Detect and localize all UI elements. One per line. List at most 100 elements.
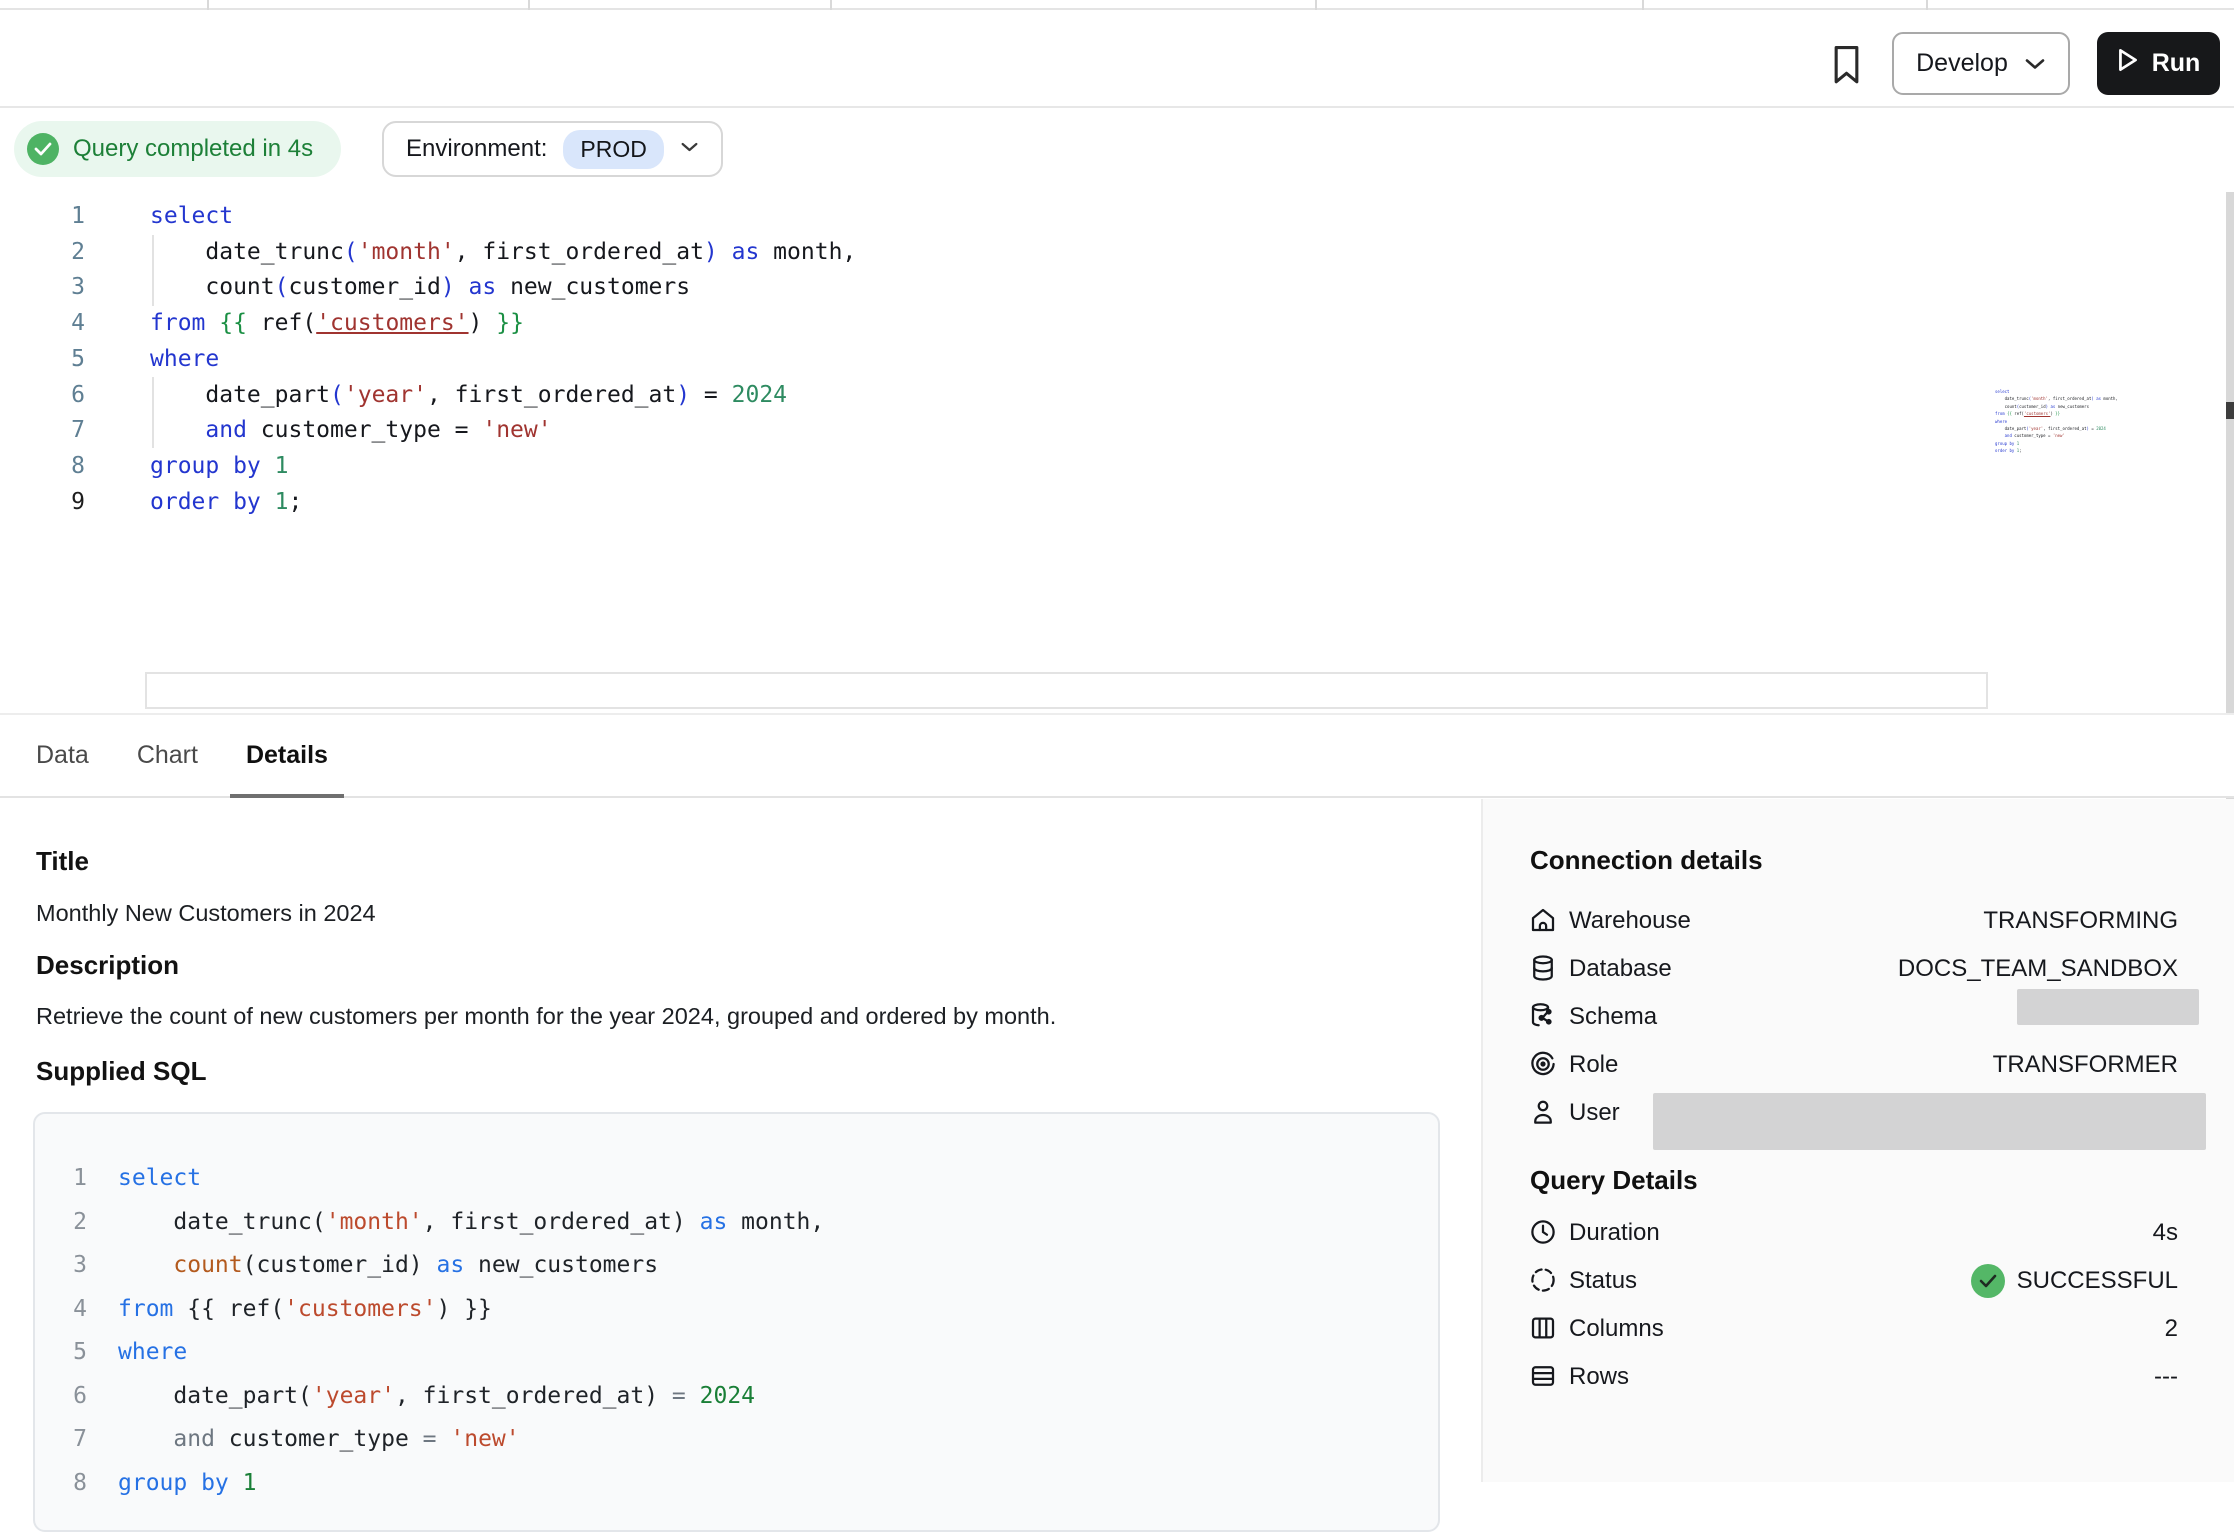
code-line: 6 date_part('year', first_ordered_at) = … bbox=[0, 377, 2234, 413]
tab-data[interactable]: Data bbox=[36, 715, 89, 796]
role-label: Role bbox=[1569, 1047, 1618, 1083]
line-number: 8 bbox=[40, 448, 85, 484]
environment-label: Environment: bbox=[406, 135, 547, 163]
code-text: count(customer_id) as new_customers bbox=[150, 269, 690, 305]
duration-label: Duration bbox=[1569, 1215, 1660, 1251]
columns-value: 2 bbox=[2165, 1311, 2178, 1347]
code-line: 4 from {{ ref('customers') }} bbox=[35, 1288, 1438, 1331]
bookmark-button[interactable] bbox=[1826, 40, 1866, 92]
title-value: Monthly New Customers in 2024 bbox=[36, 900, 376, 927]
tab-separator bbox=[1926, 0, 1928, 10]
code-text: from {{ ref('customers') }} bbox=[150, 305, 524, 341]
query-status-badge: Query completed in 4s bbox=[14, 121, 341, 177]
query-details-heading: Query Details bbox=[1530, 1165, 1698, 1196]
title-heading: Title bbox=[36, 846, 89, 877]
tab-separator bbox=[528, 0, 530, 10]
database-label: Database bbox=[1569, 951, 1672, 987]
line-number: 5 bbox=[49, 1331, 87, 1374]
code-line: 3 count(customer_id) as new_customers bbox=[35, 1244, 1438, 1287]
code-line: 1 select bbox=[35, 1157, 1438, 1200]
warehouse-icon bbox=[1528, 905, 1558, 935]
line-number: 7 bbox=[40, 412, 85, 448]
role-value: TRANSFORMER bbox=[1993, 1047, 2178, 1083]
code-line: 2 date_trunc('month', first_ordered_at) … bbox=[35, 1201, 1438, 1244]
details-pane: Title Monthly New Customers in 2024 Desc… bbox=[0, 798, 1481, 1482]
line-number: 3 bbox=[49, 1244, 87, 1287]
code-text: date_part('year', first_ordered_at) = 20… bbox=[150, 377, 787, 413]
code-text: select bbox=[150, 198, 233, 234]
bookmark-icon bbox=[1831, 43, 1862, 90]
code-text: order by 1; bbox=[150, 484, 302, 520]
supplied-sql-code-block: 1 select2 date_trunc('month', first_order… bbox=[33, 1112, 1440, 1532]
warehouse-value: TRANSFORMING bbox=[1983, 903, 2178, 939]
code-line: 3 count(customer_id) as new_customers bbox=[0, 269, 2234, 305]
code-text: where bbox=[150, 341, 219, 377]
tab-chart[interactable]: Chart bbox=[137, 715, 198, 796]
line-number: 4 bbox=[40, 305, 85, 341]
run-button[interactable]: Run bbox=[2097, 32, 2220, 95]
line-number: 4 bbox=[49, 1288, 87, 1331]
tab-separator bbox=[830, 0, 832, 10]
code-line: 5 where bbox=[35, 1331, 1438, 1374]
active-line-highlight bbox=[145, 672, 1988, 709]
spinner-icon bbox=[1528, 1265, 1558, 1295]
database-row: DatabaseDOCS_TEAM_SANDBOX bbox=[1483, 951, 2234, 989]
description-value: Retrieve the count of new customers per … bbox=[36, 1003, 1056, 1030]
code-text: select bbox=[118, 1157, 201, 1200]
code-line: 2 date_trunc('month', first_ordered_at) … bbox=[0, 234, 2234, 270]
duration-value-text: 4s bbox=[2153, 1215, 2178, 1251]
tab-separator bbox=[1315, 0, 1317, 10]
code-line: 7 and customer_type = 'new' bbox=[35, 1418, 1438, 1461]
code-line: 6 date_part('year', first_ordered_at) = … bbox=[35, 1375, 1438, 1418]
code-text: date_trunc('month', first_ordered_at) as… bbox=[118, 1201, 824, 1244]
user-redacted-value bbox=[1653, 1093, 2206, 1150]
code-text: group by 1 bbox=[150, 448, 289, 484]
sql-editor[interactable]: select date_trunc('month', first_ordered… bbox=[0, 188, 2234, 708]
code-line: 7 and customer_type = 'new' bbox=[0, 412, 2234, 448]
develop-mode-button[interactable]: Develop bbox=[1892, 32, 2070, 95]
code-text: where bbox=[118, 1331, 187, 1374]
status-row: StatusSUCCESSFUL bbox=[1483, 1263, 2234, 1301]
line-number: 9 bbox=[40, 484, 85, 520]
run-button-label: Run bbox=[2152, 49, 2201, 78]
columns-row: Columns2 bbox=[1483, 1311, 2234, 1349]
app-header: Develop Run bbox=[0, 10, 2234, 108]
schema-redacted-value bbox=[2017, 989, 2199, 1025]
warehouse-value-text: TRANSFORMING bbox=[1983, 903, 2178, 939]
line-number: 1 bbox=[40, 198, 85, 234]
tab-details[interactable]: Details bbox=[246, 715, 328, 796]
environment-selector[interactable]: Environment: PROD bbox=[382, 121, 723, 177]
rows-value-text: --- bbox=[2154, 1359, 2178, 1395]
connection-details-heading: Connection details bbox=[1530, 845, 1763, 876]
line-number: 5 bbox=[40, 341, 85, 377]
line-number: 2 bbox=[40, 234, 85, 270]
tab-separator bbox=[1642, 0, 1644, 10]
scrollbar-thumb[interactable] bbox=[2226, 402, 2234, 419]
results-tab-bar: Data Chart Details bbox=[0, 713, 2234, 798]
chevron-down-icon bbox=[2024, 49, 2046, 78]
code-line: 9 order by 1; bbox=[0, 484, 2234, 520]
code-text: and customer_type = 'new' bbox=[150, 412, 552, 448]
rows-row: Rows --- bbox=[1483, 1359, 2234, 1397]
code-text: date_part('year', first_ordered_at) = 20… bbox=[118, 1375, 755, 1418]
status-value-text: SUCCESSFUL bbox=[2017, 1263, 2178, 1299]
duration-row: Duration 4s bbox=[1483, 1215, 2234, 1253]
status-value: SUCCESSFUL bbox=[1971, 1263, 2178, 1299]
line-number: 3 bbox=[40, 269, 85, 305]
warehouse-label: Warehouse bbox=[1569, 903, 1691, 939]
environment-value-pill: PROD bbox=[563, 130, 663, 169]
description-heading: Description bbox=[36, 950, 179, 981]
check-circle-icon bbox=[27, 133, 59, 165]
line-number: 8 bbox=[49, 1462, 87, 1505]
rows-icon bbox=[1528, 1361, 1558, 1391]
success-check-icon bbox=[1971, 1264, 2005, 1298]
line-number: 1 bbox=[49, 1157, 87, 1200]
role-icon bbox=[1528, 1049, 1558, 1079]
rows-label: Rows bbox=[1569, 1359, 1629, 1395]
code-line: 8 group by 1 bbox=[0, 448, 2234, 484]
code-text: from {{ ref('customers') }} bbox=[118, 1288, 492, 1331]
chevron-down-icon bbox=[680, 140, 699, 158]
user-icon bbox=[1528, 1097, 1558, 1127]
code-text: date_trunc('month', first_ordered_at) as… bbox=[150, 234, 856, 270]
supplied-sql-heading: Supplied SQL bbox=[36, 1056, 206, 1087]
